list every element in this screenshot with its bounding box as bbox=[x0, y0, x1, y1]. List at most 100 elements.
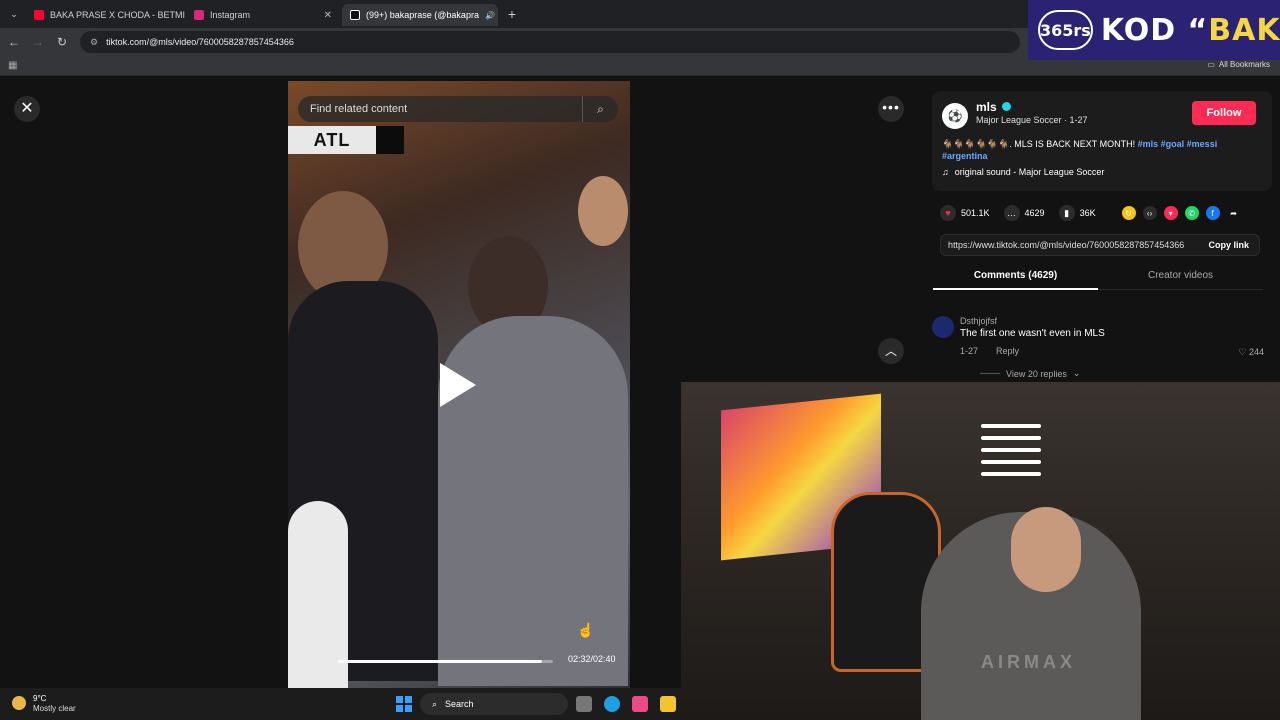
like-button[interactable]: ♥ 501.1K bbox=[940, 205, 990, 221]
hashtag-link[interactable]: #mls bbox=[1138, 139, 1159, 149]
light-strip bbox=[981, 436, 1041, 440]
folder-icon: ▭ bbox=[1207, 60, 1215, 69]
sound-label: original sound - Major League Soccer bbox=[954, 167, 1105, 177]
play-icon[interactable] bbox=[440, 363, 476, 407]
heart-outline-icon: ♡ bbox=[1238, 347, 1247, 357]
tab-title: Instagram bbox=[210, 10, 251, 20]
webcam-streamer-head bbox=[1011, 507, 1081, 592]
divider bbox=[980, 373, 1000, 374]
follow-button[interactable]: Follow bbox=[1192, 101, 1256, 125]
reload-icon[interactable]: ↻ bbox=[54, 34, 70, 50]
tab-title: (99+) bakaprase (@bakapra bbox=[366, 10, 479, 20]
share-link-url[interactable]: https://www.tiktok.com/@mls/video/760005… bbox=[948, 240, 1190, 250]
close-tab-icon[interactable]: ✕ bbox=[324, 10, 332, 21]
webcam-window-lights bbox=[981, 424, 1041, 504]
embed-icon[interactable]: ‹› bbox=[1142, 206, 1157, 220]
all-bookmarks-button[interactable]: ▭ All Bookmarks bbox=[1207, 60, 1270, 69]
reply-button[interactable]: Reply bbox=[996, 346, 1019, 356]
apps-grid-icon[interactable]: ▦ bbox=[8, 60, 20, 72]
webcam-overlay: AIRMAX bbox=[681, 382, 1280, 720]
chevron-down-icon: ⌄ bbox=[1072, 368, 1081, 378]
comment-count: 4629 bbox=[1024, 208, 1045, 218]
commenter-name[interactable]: Dsthjojfsf bbox=[960, 316, 997, 326]
promo-code: KOD “BAKA” bbox=[1101, 13, 1280, 48]
whatsapp-icon[interactable]: ✆ bbox=[1184, 206, 1199, 220]
shirt-print: AIRMAX bbox=[981, 652, 1076, 672]
score-team-label: ATL bbox=[288, 126, 376, 154]
browser-tab-instagram[interactable]: Instagram ✕ bbox=[186, 4, 340, 26]
commenter-avatar[interactable] bbox=[932, 316, 954, 338]
copilot-icon[interactable] bbox=[632, 696, 648, 712]
all-bookmarks-label: All Bookmarks bbox=[1218, 60, 1270, 69]
weather-temperature[interactable]: 9°C bbox=[33, 694, 46, 703]
task-view-icon[interactable] bbox=[576, 696, 592, 712]
comment-like-count: 244 bbox=[1248, 347, 1264, 357]
share-arrow-icon[interactable]: ➦ bbox=[1227, 206, 1241, 220]
search-placeholder: Find related content bbox=[310, 103, 408, 115]
light-strip bbox=[981, 424, 1041, 428]
video-progress-bar[interactable] bbox=[338, 660, 553, 663]
comment-item: Dsthjojfsf The first one wasn't even in … bbox=[932, 316, 1272, 386]
verified-badge-icon bbox=[1002, 102, 1011, 111]
repost-icon[interactable]: ↻ bbox=[1121, 206, 1136, 220]
tab-search-chevron-icon[interactable]: ⌄ bbox=[6, 6, 22, 22]
bookmark-icon: ▮ bbox=[1058, 205, 1075, 221]
send-icon[interactable]: ▾ bbox=[1163, 206, 1178, 220]
more-options-button[interactable]: ••• bbox=[878, 96, 904, 122]
browser-tab-tiktok[interactable]: (99+) bakaprase (@bakapra 🔊 ✕ bbox=[342, 4, 498, 26]
windows-taskbar: 9°C Mostly clear ⌕ Search bbox=[0, 688, 681, 720]
music-note-icon: ♫ bbox=[942, 167, 949, 177]
search-icon: ⌕ bbox=[432, 698, 438, 709]
weather-condition[interactable]: Mostly clear bbox=[33, 704, 76, 713]
caption-text: 🐐🐐🐐🐐🐐🐐. MLS IS BACK NEXT MONTH! bbox=[942, 139, 1136, 149]
tiktok-favicon-icon bbox=[350, 10, 360, 20]
windows-start-icon[interactable] bbox=[396, 696, 412, 712]
view-replies-button[interactable]: View 20 replies ⌄ bbox=[980, 368, 1080, 379]
promo-code-value: BAKA bbox=[1208, 12, 1280, 48]
tab-title: BAKA PRASE X CHODA - BETMI bbox=[50, 10, 186, 20]
video-player[interactable]: Find related content ⌕ ATL 02:32/02:40 bbox=[288, 81, 630, 688]
comment-like-button[interactable]: ♡ 244 bbox=[1238, 347, 1264, 358]
save-count: 36K bbox=[1079, 208, 1096, 218]
instagram-favicon-icon bbox=[194, 10, 204, 20]
file-explorer-icon[interactable] bbox=[660, 696, 676, 712]
search-icon[interactable]: ⌕ bbox=[582, 96, 618, 122]
close-video-button[interactable]: ✕ bbox=[14, 96, 40, 122]
hashtag-link[interactable]: #argentina bbox=[942, 151, 988, 161]
author-card: ⚽ mls Major League Soccer · 1-27 Follow … bbox=[932, 91, 1272, 191]
author-avatar[interactable]: ⚽ bbox=[942, 103, 968, 129]
copy-link-button[interactable]: Copy link bbox=[1198, 240, 1259, 250]
forward-icon[interactable]: → bbox=[30, 34, 46, 50]
comment-date: 1-27 bbox=[960, 346, 979, 356]
taskbar-search[interactable]: ⌕ Search bbox=[420, 693, 568, 715]
weather-icon[interactable] bbox=[12, 696, 26, 710]
video-progress-fill bbox=[338, 660, 543, 663]
address-bar[interactable]: ⚙ tiktok.com/@mls/video/7600058287857454… bbox=[80, 31, 1020, 53]
site-info-icon[interactable]: ⚙ bbox=[90, 37, 98, 48]
mouse-cursor-icon: ☝ bbox=[577, 622, 595, 638]
heart-icon: ♥ bbox=[940, 205, 956, 221]
find-related-search[interactable]: Find related content ⌕ bbox=[298, 96, 618, 122]
comment-button[interactable]: … 4629 bbox=[1003, 205, 1045, 221]
audio-playing-icon[interactable]: 🔊 bbox=[485, 11, 495, 20]
author-name[interactable]: mls bbox=[976, 100, 997, 114]
comment-text: The first one wasn't even in MLS bbox=[960, 328, 1105, 339]
facebook-icon[interactable]: f bbox=[1205, 206, 1220, 220]
view-replies-label: View 20 replies bbox=[1006, 368, 1067, 379]
light-strip bbox=[981, 460, 1041, 464]
video-caption: 🐐🐐🐐🐐🐐🐐. MLS IS BACK NEXT MONTH! #mls #go… bbox=[942, 138, 1252, 162]
back-icon[interactable]: ← bbox=[6, 34, 22, 50]
light-strip bbox=[981, 472, 1041, 476]
light-strip bbox=[981, 448, 1041, 452]
browser-tab-youtube[interactable]: BAKA PRASE X CHODA - BETMI ✕ bbox=[26, 4, 186, 26]
edge-browser-icon[interactable] bbox=[604, 696, 620, 712]
previous-video-button[interactable]: ︿ bbox=[878, 338, 904, 364]
youtube-favicon-icon bbox=[34, 10, 44, 20]
new-tab-button[interactable]: + bbox=[504, 6, 520, 22]
tab-creator-videos[interactable]: Creator videos bbox=[1098, 268, 1263, 290]
sound-link[interactable]: ♫ original sound - Major League Soccer bbox=[942, 167, 1104, 177]
tab-comments[interactable]: Comments (4629) bbox=[933, 268, 1098, 290]
hashtag-link[interactable]: #goal bbox=[1161, 139, 1185, 149]
hashtag-link[interactable]: #messi bbox=[1187, 139, 1218, 149]
save-button[interactable]: ▮ 36K bbox=[1058, 205, 1096, 221]
